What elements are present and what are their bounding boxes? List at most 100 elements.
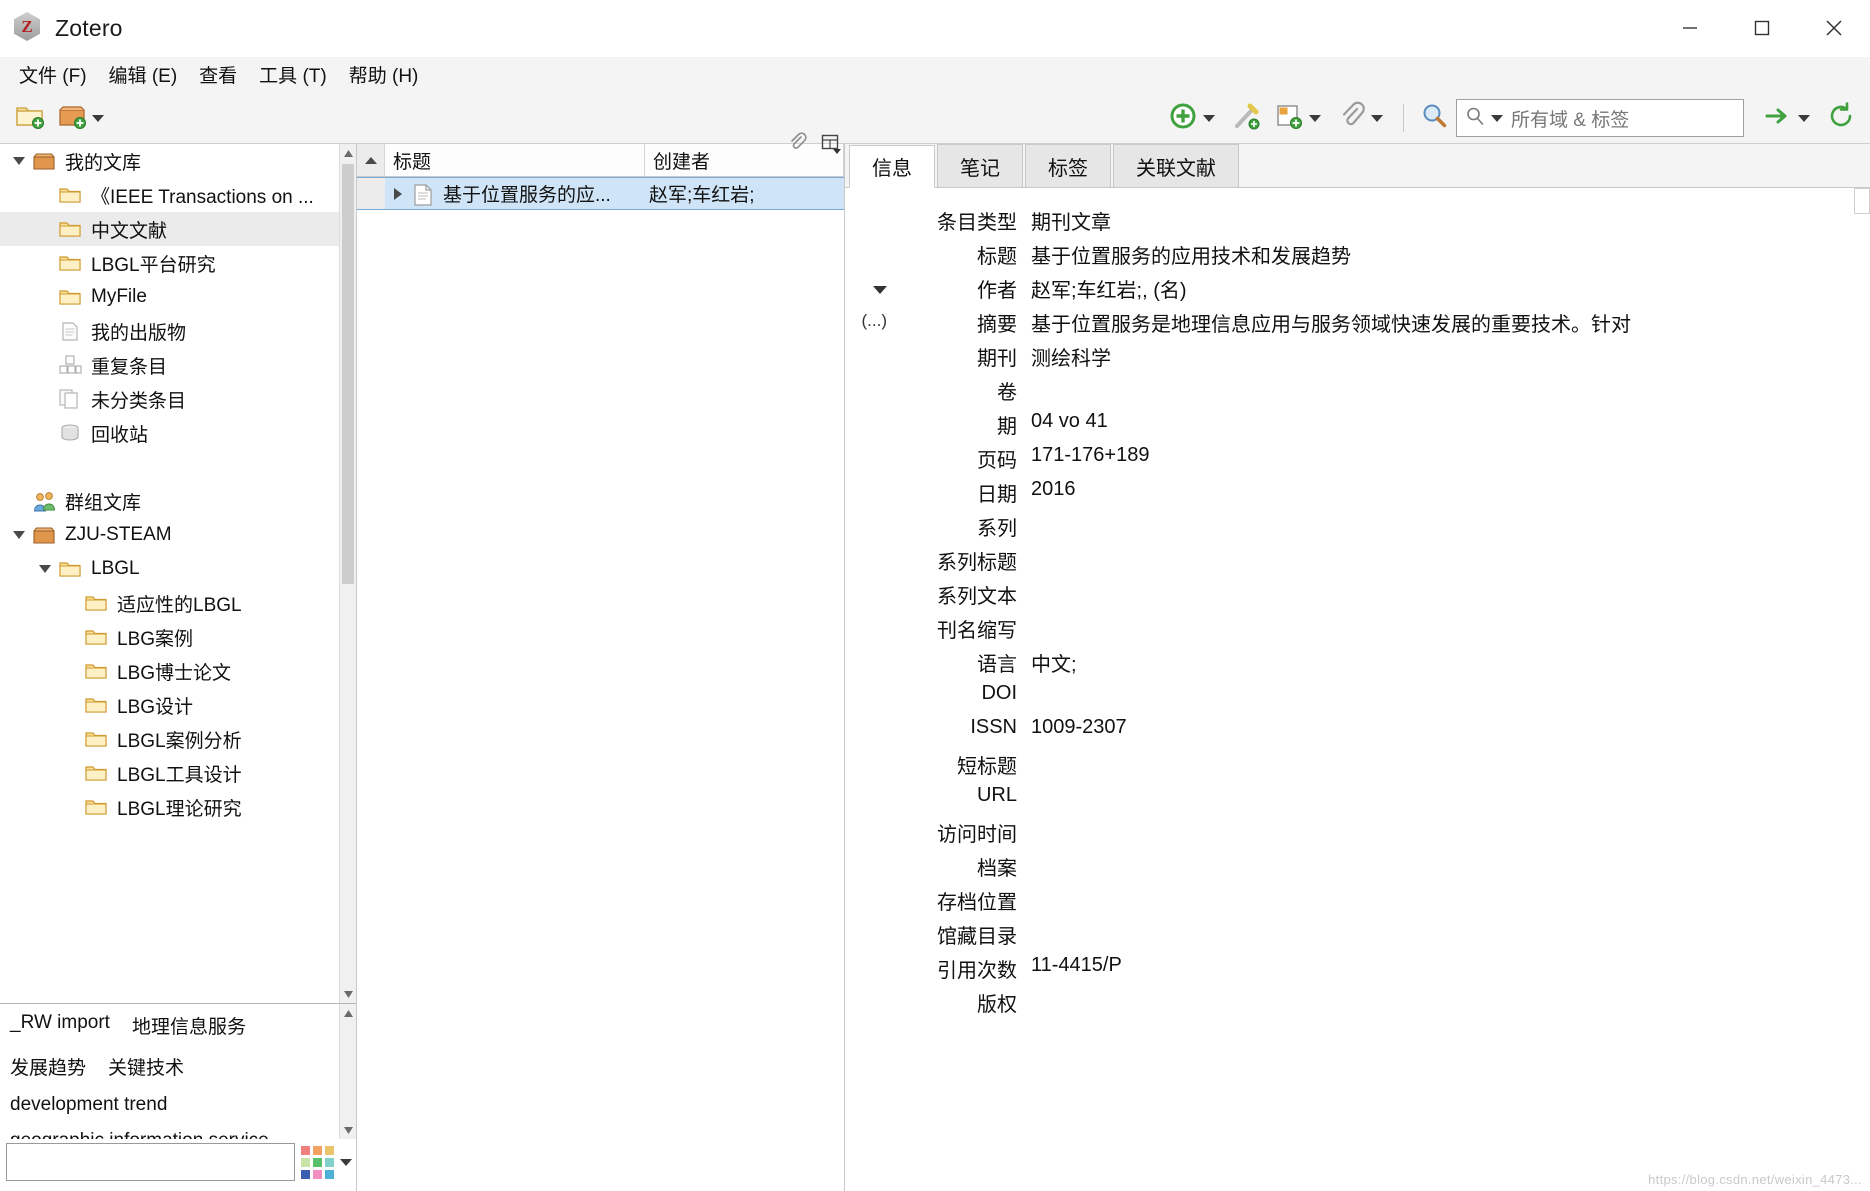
scroll-up-arrow-icon[interactable] — [340, 144, 356, 162]
tag-scrollbar[interactable] — [339, 1004, 356, 1139]
scroll-down-arrow-icon[interactable] — [340, 985, 356, 1003]
field-prefix-blank — [845, 410, 887, 413]
field-value[interactable]: 2016 — [1017, 478, 1870, 501]
color-swatch-3[interactable] — [301, 1157, 310, 1167]
creators-collapse-icon[interactable] — [845, 274, 887, 294]
sidebar-item-10[interactable]: 群组文库 — [0, 484, 339, 518]
menu-file[interactable]: 文件 (F) — [8, 58, 98, 91]
tag-filter-input[interactable] — [6, 1143, 295, 1181]
field-value[interactable]: 基于位置服务的应用技术和发展趋势 — [1017, 240, 1870, 269]
color-swatch-4[interactable] — [313, 1157, 322, 1167]
field-value[interactable]: 1009-2307 — [1017, 716, 1870, 739]
color-swatch-5[interactable] — [325, 1157, 334, 1167]
menu-help[interactable]: 帮助 (H) — [338, 58, 430, 91]
field-value[interactable]: 期刊文章 — [1017, 206, 1870, 235]
color-swatch-7[interactable] — [313, 1169, 322, 1179]
advanced-search-button[interactable] — [1414, 98, 1454, 139]
tag-scroll-up-arrow-icon[interactable] — [340, 1004, 356, 1022]
sidebar-item-18[interactable]: LBGL工具设计 — [0, 756, 339, 790]
tag-color-swatches[interactable] — [301, 1145, 334, 1179]
new-note-button[interactable] — [1269, 98, 1331, 139]
color-swatch-0[interactable] — [301, 1145, 310, 1155]
sidebar-item-15[interactable]: LBG博士论文 — [0, 654, 339, 688]
add-attachment-button[interactable] — [1333, 98, 1393, 139]
paperclip-column-icon[interactable] — [788, 132, 808, 159]
search-input[interactable]: 所有域 & 标签 — [1456, 99, 1744, 137]
tab-related[interactable]: 关联文献 — [1113, 144, 1239, 187]
new-library-dropdown-caret[interactable] — [92, 114, 104, 122]
abstract-expand-toggle[interactable]: (...) — [845, 308, 888, 331]
field-value[interactable]: 赵军;车红岩;, (名) — [1017, 274, 1870, 303]
add-by-identifier-button[interactable] — [1227, 98, 1267, 139]
sidebar-item-label: LBGL工具设计 — [117, 764, 242, 786]
tag-item-0-0[interactable]: _RW import — [10, 1012, 110, 1039]
tab-notes[interactable]: 笔记 — [937, 144, 1023, 187]
tag-item-2-0[interactable]: development trend — [10, 1094, 167, 1116]
tag-item-0-1[interactable]: 地理信息服务 — [132, 1012, 246, 1039]
collections-scroll-thumb[interactable] — [342, 164, 354, 584]
chevron-down-icon[interactable] — [6, 531, 32, 539]
new-item-dropdown-caret[interactable] — [1203, 114, 1215, 122]
sidebar-item-3[interactable]: LBGL平台研究 — [0, 246, 339, 280]
add-attachment-dropdown-caret[interactable] — [1371, 114, 1383, 122]
color-swatch-2[interactable] — [325, 1145, 334, 1155]
field-value[interactable]: 171-176+189 — [1017, 444, 1870, 467]
menu-tools[interactable]: 工具 (T) — [248, 58, 338, 91]
new-note-dropdown-caret[interactable] — [1309, 114, 1321, 122]
paperclip-icon — [1338, 101, 1366, 136]
field-value[interactable]: 测绘科学 — [1017, 342, 1870, 371]
menu-view[interactable]: 查看 — [188, 58, 248, 91]
sidebar-item-0[interactable]: 我的文库 — [0, 144, 339, 178]
field-value[interactable]: 04 vo 41 — [1017, 410, 1870, 433]
items-list[interactable]: 基于位置服务的应... 赵军;车红岩; — [357, 177, 844, 1191]
sidebar-item-11[interactable]: ZJU-STEAM — [0, 518, 339, 552]
tag-scroll-down-arrow-icon[interactable] — [340, 1121, 356, 1139]
table-row[interactable]: 基于位置服务的应... 赵军;车红岩; — [357, 177, 844, 210]
column-header-title[interactable]: 标题 — [385, 144, 645, 176]
sidebar-item-4[interactable]: MyFile — [0, 280, 339, 314]
tag-options-caret-icon[interactable] — [340, 1158, 352, 1166]
chevron-right-icon[interactable] — [385, 187, 411, 200]
color-swatch-6[interactable] — [301, 1169, 310, 1179]
locate-dropdown-caret[interactable] — [1798, 114, 1810, 122]
sidebar-item-label: 适应性的LBGL — [117, 594, 242, 616]
chevron-down-icon[interactable] — [32, 565, 58, 573]
tag-item-1-1[interactable]: 关键技术 — [108, 1053, 184, 1080]
sidebar-item-17[interactable]: LBGL案例分析 — [0, 722, 339, 756]
menu-edit[interactable]: 编辑 (E) — [98, 58, 189, 91]
tag-item-1-0[interactable]: 发展趋势 — [10, 1053, 86, 1080]
sidebar-item-2[interactable]: 中文文献 — [0, 212, 339, 246]
sidebar-item-5[interactable]: 我的出版物 — [0, 314, 339, 348]
column-picker-icon[interactable] — [820, 132, 842, 159]
color-swatch-8[interactable] — [325, 1169, 334, 1179]
tab-tags[interactable]: 标签 — [1025, 144, 1111, 187]
sync-button[interactable] — [1822, 97, 1860, 140]
minimize-button[interactable] — [1654, 0, 1726, 57]
chevron-down-icon[interactable] — [6, 157, 32, 165]
collections-scrollbar[interactable] — [339, 144, 356, 1003]
sort-ascending-icon[interactable] — [357, 144, 385, 176]
close-button[interactable] — [1798, 0, 1870, 57]
new-collection-button[interactable] — [10, 99, 50, 138]
sidebar-item-7[interactable]: 未分类条目 — [0, 382, 339, 416]
sidebar-item-14[interactable]: LBG案例 — [0, 620, 339, 654]
sidebar-item-6[interactable]: 重复条目 — [0, 348, 339, 382]
sidebar-item-13[interactable]: 适应性的LBGL — [0, 586, 339, 620]
sidebar-item-1[interactable]: 《IEEE Transactions on ... — [0, 178, 339, 212]
field-value[interactable]: 中文; — [1017, 648, 1870, 677]
info-scrollbar[interactable] — [1854, 188, 1870, 1191]
field-value[interactable]: 11-4415/P — [1017, 954, 1870, 977]
field-value[interactable]: 基于位置服务是地理信息应用与服务领域快速发展的重要技术。针对 — [1017, 308, 1870, 337]
sidebar-item-16[interactable]: LBG设计 — [0, 688, 339, 722]
search-mode-caret[interactable] — [1491, 114, 1503, 122]
collections-tree[interactable]: 我的文库 《IEEE Transactions on ... 中文文献 LBGL平台研… — [0, 144, 356, 1003]
color-swatch-1[interactable] — [313, 1145, 322, 1155]
maximize-button[interactable] — [1726, 0, 1798, 57]
locate-button[interactable] — [1758, 100, 1820, 137]
sidebar-item-12[interactable]: LBGL — [0, 552, 339, 586]
new-item-button[interactable] — [1163, 98, 1225, 139]
tab-info[interactable]: 信息 — [849, 145, 935, 188]
sidebar-item-8[interactable]: 回收站 — [0, 416, 339, 450]
sidebar-item-19[interactable]: LBGL理论研究 — [0, 790, 339, 824]
new-library-button[interactable] — [52, 99, 114, 138]
